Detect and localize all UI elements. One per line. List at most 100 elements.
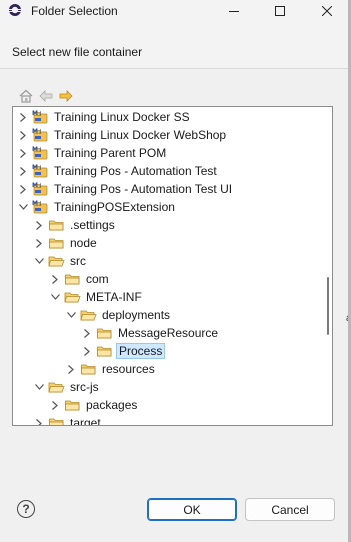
folder-icon: [64, 397, 81, 413]
tree-item-label: target: [70, 416, 101, 426]
tree-item[interactable]: com: [49, 270, 111, 288]
chevron-down-icon[interactable]: [17, 198, 29, 216]
dialog-prompt: Select new file container: [12, 45, 143, 59]
tree-item[interactable]: src-js: [33, 378, 101, 396]
tree-item-label: TrainingPOSExtension: [54, 200, 175, 214]
svg-text:M: M: [32, 182, 38, 189]
folder-icon: [48, 415, 65, 425]
maven-project-icon: MJ: [32, 127, 49, 143]
folder-icon: [48, 217, 65, 233]
chevron-right-icon[interactable]: [17, 162, 29, 180]
tree-item[interactable]: Process: [81, 342, 166, 360]
help-icon: ?: [22, 502, 30, 516]
chevron-right-icon[interactable]: [49, 396, 61, 414]
chevron-right-icon[interactable]: [81, 342, 93, 360]
svg-text:J: J: [39, 129, 41, 135]
maven-project-icon: MJ: [32, 199, 49, 215]
folder-icon: [80, 361, 97, 377]
close-icon: [322, 6, 332, 16]
folder-open-icon: [80, 307, 97, 323]
window-title: Folder Selection: [31, 4, 118, 18]
tree-item[interactable]: M J Training Linux Docker WebShop: [17, 126, 228, 144]
close-button[interactable]: [303, 0, 351, 22]
forward-arrow-icon[interactable]: [58, 88, 74, 104]
svg-text:J: J: [39, 165, 41, 171]
tree-item[interactable]: META-INF: [49, 288, 144, 306]
tree-item-label: packages: [86, 398, 138, 412]
svg-text:M: M: [32, 146, 38, 153]
tree-item[interactable]: M J Training Parent POM: [17, 144, 168, 162]
folder-open-icon: [48, 253, 65, 269]
chevron-right-icon[interactable]: [81, 324, 93, 342]
svg-text:J: J: [39, 111, 41, 117]
chevron-right-icon[interactable]: [65, 360, 77, 378]
tree-item[interactable]: M J Training Pos - Automation Test UI: [17, 180, 234, 198]
chevron-right-icon[interactable]: [17, 108, 29, 126]
eclipse-app-icon: [9, 4, 21, 16]
tree-item[interactable]: M J Training Linux Docker SS: [17, 108, 192, 126]
maven-project-icon: MJ: [32, 109, 49, 125]
tree-item[interactable]: src: [33, 252, 88, 270]
svg-text:J: J: [39, 201, 41, 207]
svg-text:M: M: [32, 200, 38, 207]
tree-item[interactable]: node: [33, 234, 99, 252]
title-bar: Folder Selection: [0, 0, 351, 22]
back-arrow-icon[interactable]: [38, 88, 54, 104]
svg-text:M: M: [32, 110, 38, 117]
chevron-down-icon[interactable]: [65, 306, 77, 324]
tree-item[interactable]: M J Training Pos - Automation Test: [17, 162, 219, 180]
maven-project-icon: MJ: [32, 181, 49, 197]
maven-project-icon: MJ: [32, 145, 49, 161]
minimize-button[interactable]: [211, 0, 257, 22]
tree-item[interactable]: deployments: [65, 306, 172, 324]
chevron-right-icon[interactable]: [33, 216, 45, 234]
chevron-down-icon[interactable]: [33, 378, 45, 396]
folder-icon: [64, 271, 81, 287]
folder-tree[interactable]: M J Training Linux Docker SS M J Training Lin…: [12, 106, 333, 426]
tree-item-label: Training Pos - Automation Test UI: [54, 182, 233, 196]
chevron-right-icon[interactable]: [17, 126, 29, 144]
folder-icon: [48, 235, 65, 251]
minimize-icon: [229, 10, 239, 12]
tree-item[interactable]: M J TrainingPOSExtension: [17, 198, 177, 216]
maximize-icon: [275, 6, 285, 16]
tree-item[interactable]: target: [33, 414, 103, 426]
tree-item-label: Training Linux Docker WebShop: [54, 128, 227, 142]
svg-text:M: M: [32, 164, 38, 171]
tree-item-label: src: [70, 254, 86, 268]
tree-item-label: META-INF: [86, 290, 142, 304]
folder-icon: [96, 325, 113, 341]
maximize-button[interactable]: [257, 0, 303, 22]
tree-item-label: Training Pos - Automation Test: [54, 164, 217, 178]
chevron-right-icon[interactable]: [49, 270, 61, 288]
tree-item-label: com: [86, 272, 109, 286]
tree-item-label: Training Linux Docker SS: [54, 110, 190, 124]
tree-item-label: src-js: [70, 380, 99, 394]
tree-item[interactable]: .settings: [33, 216, 117, 234]
tree-vertical-scrollbar[interactable]: [325, 107, 332, 425]
chevron-down-icon[interactable]: [33, 252, 45, 270]
chevron-right-icon[interactable]: [17, 144, 29, 162]
svg-text:M: M: [32, 128, 38, 135]
help-button[interactable]: ?: [17, 500, 35, 518]
tree-item-label: .settings: [70, 218, 115, 232]
chevron-right-icon[interactable]: [33, 414, 45, 425]
chevron-right-icon[interactable]: [17, 180, 29, 198]
cancel-button[interactable]: Cancel: [245, 498, 335, 521]
tree-item[interactable]: MessageResource: [81, 324, 220, 342]
tree-item-label: resources: [102, 362, 155, 376]
tree-item-label: Process: [116, 343, 166, 359]
chevron-down-icon[interactable]: [49, 288, 61, 306]
tree-item[interactable]: packages: [49, 396, 139, 414]
tree-nav-toolbar: [18, 88, 74, 104]
scrollbar-thumb[interactable]: [327, 277, 329, 335]
tree-item-label: MessageResource: [118, 326, 219, 340]
folder-icon: [96, 343, 113, 359]
ok-button[interactable]: OK: [147, 498, 237, 521]
folder-open-icon: [64, 289, 81, 305]
chevron-right-icon[interactable]: [33, 234, 45, 252]
svg-text:J: J: [39, 147, 41, 153]
home-icon[interactable]: [18, 88, 34, 104]
tree-item[interactable]: resources: [65, 360, 157, 378]
header-separator: [0, 68, 351, 69]
